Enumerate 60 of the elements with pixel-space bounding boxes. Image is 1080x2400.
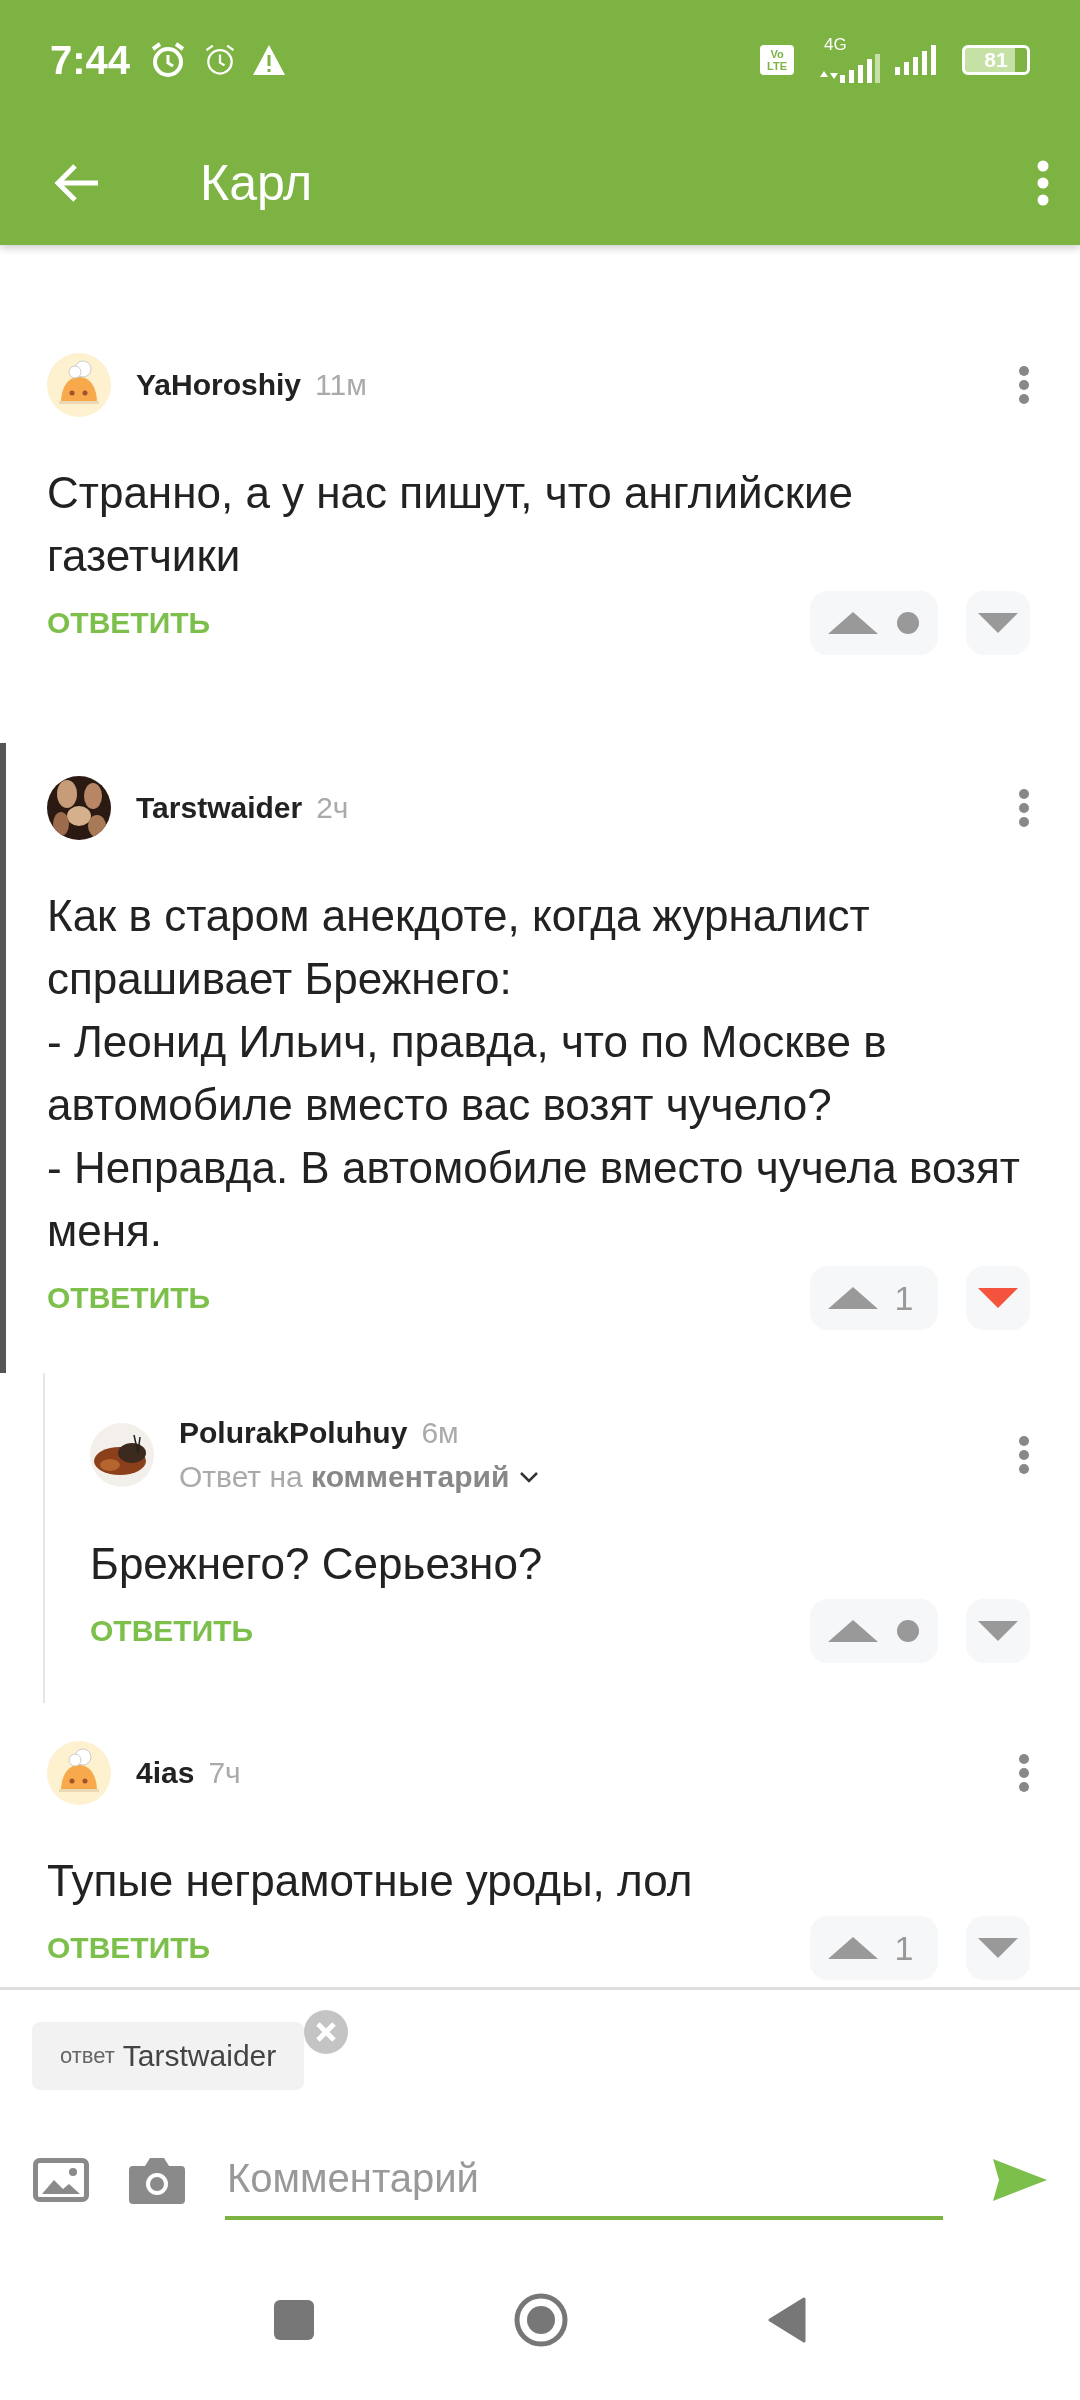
network-type: 4G bbox=[824, 37, 847, 53]
down-arrow-icon bbox=[977, 1287, 1019, 1309]
downvote-button[interactable] bbox=[966, 591, 1030, 655]
more-options-icon[interactable] bbox=[1018, 365, 1030, 405]
more-options-icon[interactable] bbox=[1018, 1753, 1030, 1793]
author-name[interactable]: Tarstwaider bbox=[136, 791, 303, 825]
comment-text: Как в старом анекдоте, когда журналист спрашивает Брежнего: - Леонид Ильич, правда, что по Москве в автомобиле вместо вас возят чучело? - Неправда. В автомобиле вместо чучела возят меня. bbox=[47, 890, 1021, 1257]
down-arrow-icon bbox=[977, 612, 1019, 634]
downvote-button[interactable] bbox=[966, 1599, 1030, 1663]
comment-text: Странно, а у нас пишут, что английские газетчики bbox=[47, 467, 854, 582]
reply-target-name: Tarstwaider bbox=[122, 2039, 277, 2073]
more-options-icon[interactable] bbox=[1018, 1435, 1030, 1475]
send-icon[interactable] bbox=[993, 2159, 1047, 2201]
up-arrow-icon bbox=[826, 610, 880, 636]
upvote-button[interactable] bbox=[810, 1599, 938, 1663]
downvote-button[interactable] bbox=[966, 1266, 1030, 1330]
upvote-button[interactable]: 1 bbox=[810, 1266, 938, 1330]
upvote-button[interactable] bbox=[810, 591, 938, 655]
home-icon[interactable] bbox=[514, 2293, 568, 2347]
comment-text: Тупые неграмотные уроды, лол bbox=[47, 1855, 694, 1907]
comment-time: 11м bbox=[315, 368, 367, 402]
close-icon[interactable] bbox=[304, 2010, 348, 2054]
down-arrow-icon bbox=[977, 1620, 1019, 1642]
author-name[interactable]: PolurakPoluhuy bbox=[179, 1416, 408, 1450]
recents-icon[interactable] bbox=[274, 2300, 314, 2340]
comment-time: 2ч bbox=[316, 791, 349, 825]
volte-badge: Vo LTE bbox=[760, 45, 794, 75]
rating-count: 1 bbox=[893, 1928, 915, 1968]
reply-prefix: ответ bbox=[60, 2043, 115, 2069]
upvote-button[interactable]: 1 bbox=[810, 1916, 938, 1980]
reply-to-text[interactable]: Ответ на комментарий bbox=[179, 1460, 510, 1494]
avatar-drawing bbox=[47, 1741, 111, 1805]
more-options-icon[interactable] bbox=[1036, 159, 1050, 206]
more-options-icon[interactable] bbox=[1018, 788, 1030, 828]
down-arrow-icon bbox=[977, 1937, 1019, 1959]
comment-time: 6м bbox=[421, 1416, 459, 1450]
downvote-button[interactable] bbox=[966, 1916, 1030, 1980]
up-arrow-icon bbox=[826, 1618, 880, 1644]
clock-time: 7:44 bbox=[50, 37, 131, 83]
back-icon[interactable] bbox=[768, 2297, 806, 2343]
camera-icon[interactable] bbox=[129, 2156, 185, 2204]
avatar-drawing bbox=[47, 353, 111, 417]
comment-time: 7ч bbox=[208, 1756, 241, 1790]
image-icon[interactable] bbox=[33, 2158, 89, 2202]
battery-icon: 81 bbox=[962, 45, 1030, 75]
signal-icon bbox=[818, 53, 880, 83]
reply-link[interactable]: ОТВЕТИТЬ bbox=[47, 606, 211, 640]
author-name[interactable]: 4ias bbox=[136, 1756, 195, 1790]
author-name[interactable]: YaHoroshiy bbox=[136, 368, 302, 402]
screen-title: Карл bbox=[200, 153, 313, 212]
reply-link[interactable]: ОТВЕТИТЬ bbox=[47, 1281, 211, 1315]
up-arrow-icon bbox=[826, 1935, 880, 1961]
up-arrow-icon bbox=[826, 1285, 880, 1311]
comment-text: Брежнего? Серьезно? bbox=[90, 1538, 544, 1590]
reply-link[interactable]: ОТВЕТИТЬ bbox=[90, 1614, 254, 1648]
reply-link[interactable]: ОТВЕТИТЬ bbox=[47, 1931, 211, 1965]
back-arrow-icon[interactable] bbox=[54, 162, 100, 203]
chevron-down-icon[interactable] bbox=[519, 1471, 540, 1483]
rating-count: 1 bbox=[893, 1278, 915, 1318]
warning-icon bbox=[252, 44, 287, 76]
